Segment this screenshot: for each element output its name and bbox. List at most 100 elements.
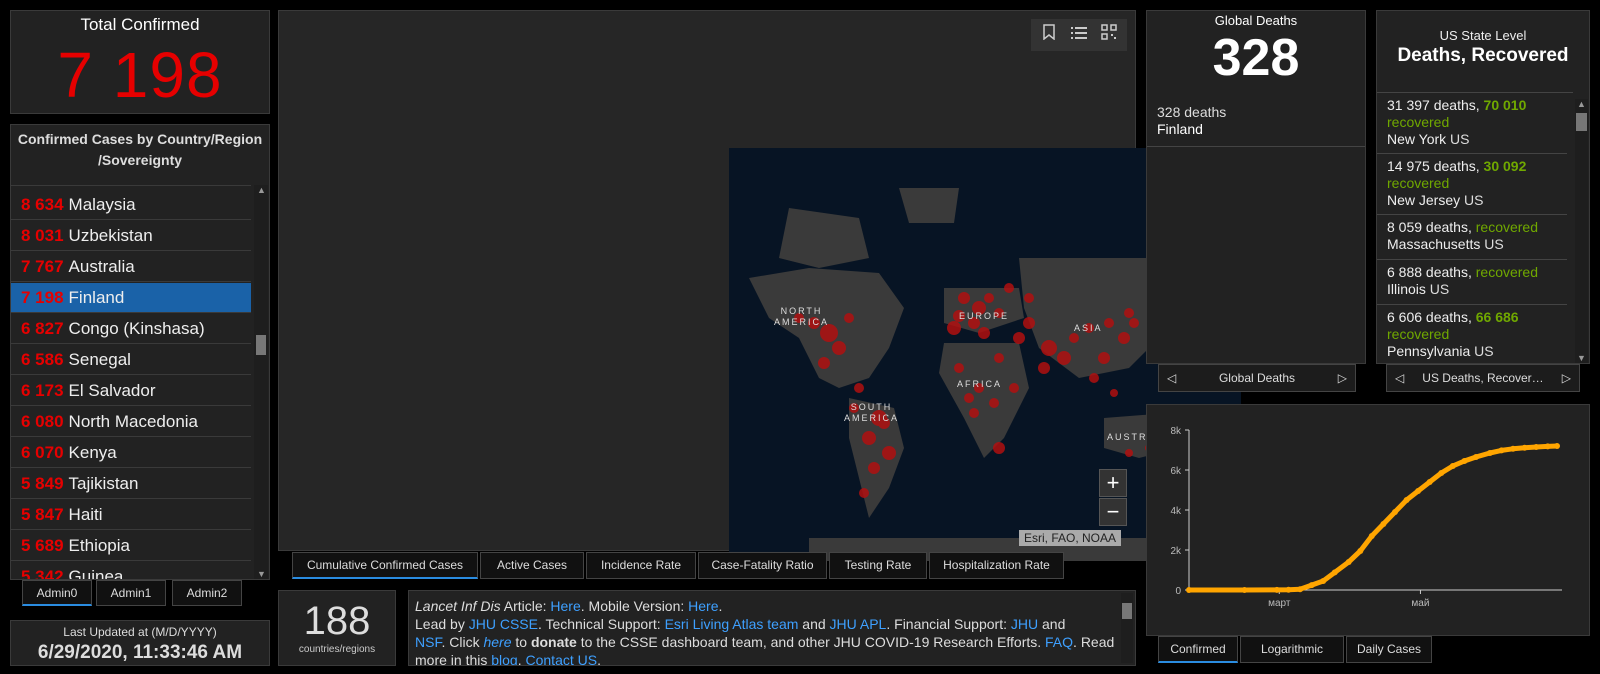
map-tab[interactable]: Incidence Rate (586, 552, 696, 579)
chart-tab[interactable]: Logarithmic (1240, 636, 1344, 663)
map-case-marker[interactable] (1038, 362, 1050, 374)
map-case-marker[interactable] (964, 393, 974, 403)
chart-tab[interactable]: Confirmed (1158, 636, 1238, 663)
admin-tab[interactable]: Admin1 (96, 580, 166, 606)
map-case-marker[interactable] (994, 353, 1004, 363)
country-list-item[interactable]: 7 767 Australia (11, 252, 251, 282)
map-tab[interactable]: Case-Fatality Ratio (698, 552, 827, 579)
map-case-marker[interactable] (1041, 340, 1057, 356)
living-atlas-link[interactable]: Esri Living Atlas team (665, 616, 799, 632)
map-case-marker[interactable] (1098, 352, 1110, 364)
country-list-item[interactable]: 6 586 Senegal (11, 345, 251, 375)
list-icon[interactable] (1065, 20, 1093, 50)
blog-link[interactable]: blog (491, 652, 517, 665)
map-case-marker[interactable] (1009, 383, 1019, 393)
map-case-marker[interactable] (947, 321, 961, 335)
country-list-scrollbar[interactable]: ▲ ▼ (254, 185, 268, 579)
donate-here-link[interactable]: here (483, 634, 511, 650)
nsf-link[interactable]: NSF (415, 634, 441, 650)
map-case-marker[interactable] (984, 293, 994, 303)
faq-link[interactable]: FAQ (1045, 634, 1073, 650)
admin-tab[interactable]: Admin0 (22, 580, 92, 606)
map-case-marker[interactable] (1124, 308, 1134, 318)
map-case-marker[interactable] (1089, 373, 1099, 383)
country-list-item[interactable]: 5 689 Ethiopia (11, 531, 251, 561)
us-state-item[interactable]: 14 975 deaths, 30 092 recovered New Jerse… (1377, 154, 1567, 215)
us-scroll-down-icon[interactable]: ▼ (1577, 353, 1586, 363)
map-case-marker[interactable] (862, 431, 876, 445)
us-pager-prev-icon[interactable]: ◁ (1395, 365, 1404, 391)
map-case-marker[interactable] (1069, 333, 1079, 343)
map-case-marker[interactable] (989, 398, 999, 408)
map-tab[interactable]: Testing Rate (829, 552, 927, 579)
map-case-marker[interactable] (1125, 449, 1133, 457)
map-case-marker[interactable] (1110, 389, 1118, 397)
map-case-marker[interactable] (958, 292, 970, 304)
zoom-out-button[interactable]: − (1099, 498, 1127, 526)
map-case-marker[interactable] (832, 341, 846, 355)
us-state-item[interactable]: 8 059 deaths, recovered Massachusetts US (1377, 215, 1567, 260)
us-state-recovered-label: recovered (1475, 219, 1539, 235)
country-list-item[interactable]: 6 070 Kenya (11, 438, 251, 468)
bookmark-icon[interactable] (1035, 20, 1063, 50)
admin-tab[interactable]: Admin2 (172, 580, 242, 606)
chart-tab[interactable]: Daily Cases (1346, 636, 1432, 663)
map-tab[interactable]: Cumulative Confirmed Cases (292, 552, 478, 579)
us-scroll-thumb[interactable] (1576, 113, 1587, 131)
country-list-item[interactable]: 6 827 Congo (Kinshasa) (11, 314, 251, 344)
map-case-marker[interactable] (859, 488, 869, 498)
last-updated-panel: Last Updated at (M/D/YYYY) 6/29/2020, 11… (10, 620, 270, 666)
us-pager-next-icon[interactable]: ▷ (1562, 365, 1571, 391)
map-case-marker[interactable] (954, 363, 964, 373)
country-list-item[interactable]: 6 080 North Macedonia (11, 407, 251, 437)
article-link[interactable]: Here (550, 598, 580, 614)
map-case-marker[interactable] (1024, 293, 1034, 303)
zoom-in-button[interactable]: + (1099, 469, 1127, 497)
map-case-marker[interactable] (1118, 332, 1130, 344)
map-case-marker[interactable] (882, 446, 896, 460)
scroll-down-arrow-icon[interactable]: ▼ (257, 569, 266, 579)
us-state-scrollbar[interactable]: ▲ ▼ (1575, 99, 1588, 363)
map-tab[interactable]: Hospitalization Rate (929, 552, 1064, 579)
country-list-item[interactable]: 5 342 Guinea (11, 562, 251, 579)
map-case-marker[interactable] (993, 442, 1005, 454)
info-scrollbar[interactable] (1121, 593, 1133, 663)
map-label-africa: AFRICA (957, 379, 1003, 389)
scroll-thumb[interactable] (256, 335, 266, 355)
country-list-item[interactable]: 8 634 Malaysia (11, 190, 251, 220)
map-case-marker[interactable] (818, 357, 830, 369)
country-list-item[interactable]: 6 173 El Salvador (11, 376, 251, 406)
country-list-item[interactable]: 5 849 Tajikistan (11, 469, 251, 499)
jhu-apl-link[interactable]: JHU APL (830, 616, 887, 632)
map-case-marker[interactable] (1013, 332, 1025, 344)
country-list-item[interactable]: 7 198 Finland (11, 283, 251, 313)
map-case-marker[interactable] (1004, 283, 1014, 293)
map-case-marker[interactable] (1057, 351, 1071, 365)
map-case-marker[interactable] (978, 327, 990, 339)
contact-us-link[interactable]: Contact US (526, 652, 598, 665)
map-case-marker[interactable] (1023, 317, 1035, 329)
country-list-item[interactable]: 5 847 Haiti (11, 500, 251, 530)
country-list-item[interactable]: 8 031 Uzbekistan (11, 221, 251, 251)
scroll-up-arrow-icon[interactable]: ▲ (257, 185, 266, 195)
map-case-marker[interactable] (1104, 318, 1114, 328)
us-state-title: US State Level (1439, 28, 1527, 43)
qr-icon[interactable] (1095, 20, 1123, 50)
jhu-csse-link[interactable]: JHU CSSE (469, 616, 538, 632)
jhu-link[interactable]: JHU (1011, 616, 1038, 632)
map-case-marker[interactable] (844, 313, 854, 323)
us-scroll-up-icon[interactable]: ▲ (1577, 99, 1586, 109)
pager-next-icon[interactable]: ▷ (1338, 365, 1347, 391)
global-deaths-item[interactable]: 328 deaths Finland (1147, 96, 1365, 147)
map-case-marker[interactable] (969, 408, 979, 418)
map-case-marker[interactable] (1129, 318, 1139, 328)
map-case-marker[interactable] (854, 383, 864, 393)
info-scroll-thumb[interactable] (1122, 603, 1132, 619)
us-state-item[interactable]: 31 397 deaths, 70 010 recovered New York … (1377, 93, 1567, 154)
us-state-item[interactable]: 6 606 deaths, 66 686 recovered Pennsylvan… (1377, 305, 1567, 363)
map-tab[interactable]: Active Cases (480, 552, 584, 579)
us-state-item[interactable]: 6 888 deaths, recovered Illinois US (1377, 260, 1567, 305)
mobile-version-link[interactable]: Here (688, 598, 718, 614)
pager-prev-icon[interactable]: ◁ (1167, 365, 1176, 391)
map-case-marker[interactable] (868, 462, 880, 474)
